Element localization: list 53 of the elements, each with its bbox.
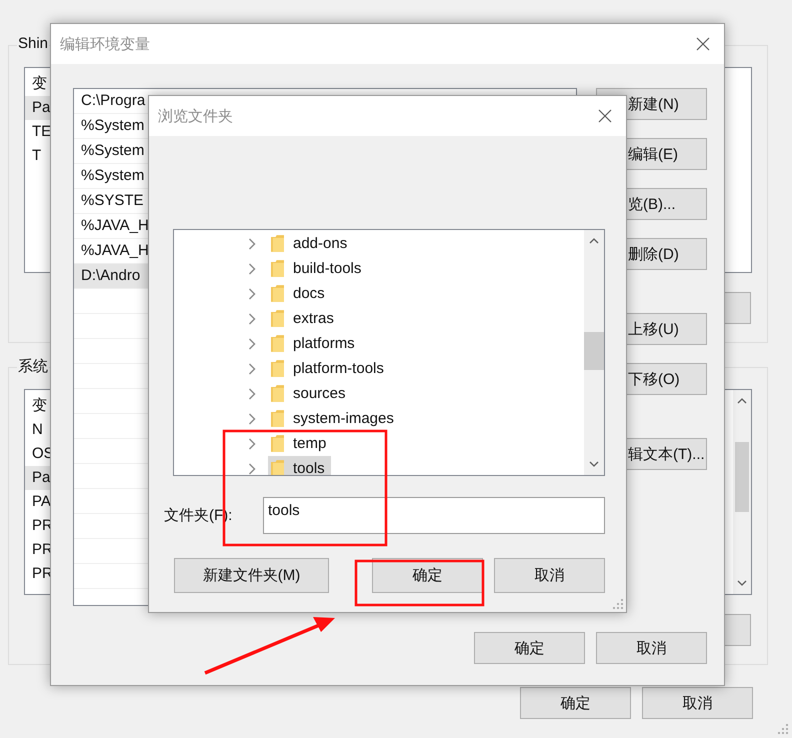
folder-icon xyxy=(271,260,284,277)
folder-item[interactable]: extras xyxy=(268,306,340,331)
folder-icon xyxy=(271,310,284,327)
dialog-button[interactable]: 新建文件夹(M) xyxy=(174,558,329,593)
resize-grip-icon[interactable] xyxy=(613,599,623,609)
folder-icon xyxy=(271,410,284,427)
expand-chevron-icon[interactable] xyxy=(248,462,256,474)
scroll-down-icon[interactable] xyxy=(737,580,747,586)
folder-item[interactable]: tools xyxy=(268,456,331,475)
expand-chevron-icon[interactable] xyxy=(248,288,256,300)
folder-icon xyxy=(271,360,284,377)
folder-item[interactable]: docs xyxy=(268,281,331,306)
dialog-button[interactable]: 取消 xyxy=(642,687,753,719)
folder-item[interactable]: sources xyxy=(268,381,352,406)
folder-input-field[interactable]: tools xyxy=(263,497,605,534)
close-icon[interactable] xyxy=(696,37,710,51)
scrollbar[interactable] xyxy=(733,390,751,594)
folder-item[interactable]: system-images xyxy=(268,406,400,431)
expand-chevron-icon[interactable] xyxy=(248,362,256,374)
expand-chevron-icon[interactable] xyxy=(248,262,256,274)
expand-chevron-icon[interactable] xyxy=(248,412,256,424)
scrollbar-thumb[interactable] xyxy=(735,442,749,512)
scrollbar[interactable] xyxy=(584,230,604,475)
window-title: 浏览文件夹 xyxy=(158,106,233,126)
expand-chevron-icon[interactable] xyxy=(248,338,256,350)
expand-chevron-icon[interactable] xyxy=(248,238,256,250)
dialog-button[interactable]: 取消 xyxy=(494,558,605,593)
expand-chevron-icon[interactable] xyxy=(248,388,256,400)
scroll-up-icon[interactable] xyxy=(589,238,599,244)
folder-icon xyxy=(271,460,284,475)
folder-item[interactable]: build-tools xyxy=(268,256,368,281)
close-icon[interactable] xyxy=(598,109,612,123)
scrollbar-thumb[interactable] xyxy=(584,332,604,370)
folder-item[interactable]: temp xyxy=(268,431,332,456)
folder-icon xyxy=(271,285,284,302)
folder-item[interactable]: add-ons xyxy=(268,231,354,256)
folder-item[interactable]: platforms xyxy=(268,331,361,356)
dialog-button[interactable]: 确定 xyxy=(372,558,483,593)
expand-chevron-icon[interactable] xyxy=(248,438,256,450)
scroll-up-icon[interactable] xyxy=(737,398,747,404)
window-title: 编辑环境变量 xyxy=(60,34,150,54)
folder-icon xyxy=(271,235,284,252)
dialog-button[interactable]: 确定 xyxy=(474,632,585,664)
group-legend: 系统 xyxy=(17,357,49,376)
dialog-button[interactable]: 取消 xyxy=(596,632,707,664)
folder-item[interactable]: platform-tools xyxy=(268,356,390,381)
folder-icon xyxy=(271,435,284,452)
expand-chevron-icon[interactable] xyxy=(248,312,256,324)
resize-grip-icon[interactable] xyxy=(778,724,788,734)
folder-icon xyxy=(271,335,284,352)
scroll-down-icon[interactable] xyxy=(589,461,599,467)
folder-icon xyxy=(271,385,284,402)
dialog-button[interactable]: 确定 xyxy=(520,687,631,719)
